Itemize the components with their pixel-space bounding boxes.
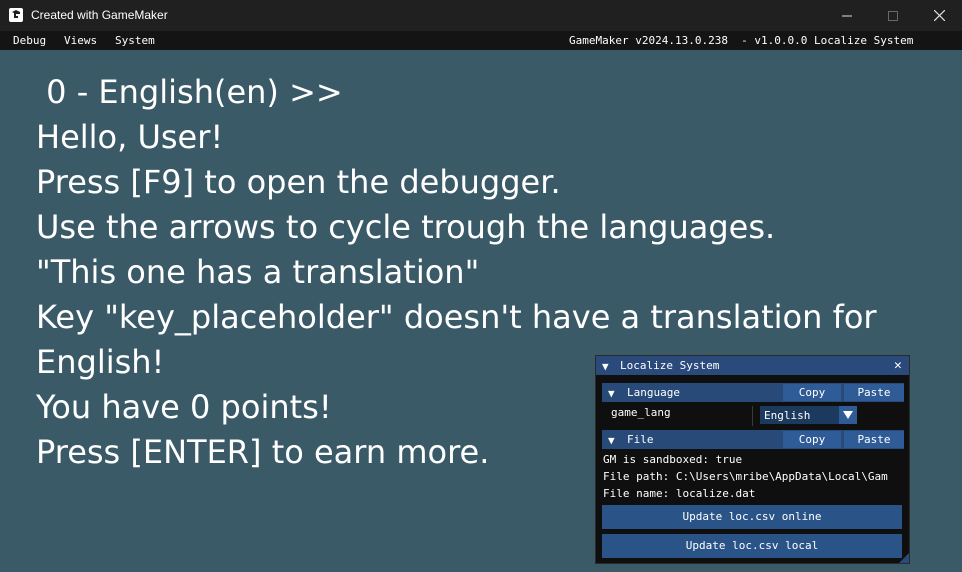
debugger-hint-line: Press [F9] to open the debugger. [36,163,561,201]
maximize-button[interactable] [870,0,916,31]
chevron-down-icon[interactable] [839,406,857,424]
missing-key-line: Key "key_placeholder" doesn't have a tra… [36,298,877,336]
language-select[interactable]: English [760,406,857,424]
language-copy-button[interactable]: Copy [783,384,841,401]
sandboxed-text: GM is sandboxed: true [603,453,743,466]
close-window-button[interactable] [916,0,962,31]
panel-title: Localize System [620,359,720,372]
update-local-button[interactable]: Update loc.csv local [602,534,902,558]
collapse-arrow-icon: ▼ [608,434,615,447]
file-copy-button[interactable]: Copy [783,431,841,448]
file-section-label: File [627,433,654,446]
language-paste-button[interactable]: Paste [844,384,904,401]
panel-titlebar[interactable]: ▼ Localize System ✕ [596,356,909,375]
menu-system[interactable]: System [115,34,155,47]
localize-system-panel: ▼ Localize System ✕ ▼ Language Copy Past… [595,355,910,564]
language-indicator: 0 - English(en) >> [36,73,343,111]
minimize-icon [842,15,852,16]
language-select-value: English [764,409,811,422]
language-section-label: Language [627,386,680,399]
gamemaker-logo-icon [9,8,23,22]
arrows-hint-line: Use the arrows to cycle trough the langu… [36,208,776,246]
close-icon [933,10,945,21]
game-lang-label: game_lang [611,406,671,419]
language-section-header[interactable]: ▼ Language Copy Paste [602,383,904,402]
window-titlebar: Created with GameMaker [0,0,962,31]
column-separator [752,406,753,426]
greeting-line: Hello, User! [36,118,224,156]
debug-menu-bar: Debug Views System GameMaker v2024.13.0.… [0,31,962,50]
close-icon[interactable]: ✕ [894,358,902,373]
window-title: Created with GameMaker [31,8,168,22]
update-online-button[interactable]: Update loc.csv online [602,505,902,529]
translation-line: "This one has a translation" [36,253,480,291]
file-path-text: File path: C:\Users\mribe\AppData\Local\… [603,470,888,483]
version-label: GameMaker v2024.13.0.238 - v1.0.0.0 Loca… [569,34,914,47]
file-name-text: File name: localize.dat [603,487,756,500]
collapse-arrow-icon[interactable]: ▼ [602,360,609,373]
menu-debug[interactable]: Debug [13,34,46,47]
maximize-icon [888,10,898,21]
menu-views[interactable]: Views [64,34,97,47]
file-section-header[interactable]: ▼ File Copy Paste [602,430,904,449]
collapse-arrow-icon: ▼ [608,387,615,400]
minimize-button[interactable] [824,0,870,31]
resize-grip-icon[interactable] [899,553,909,563]
file-paste-button[interactable]: Paste [844,431,904,448]
